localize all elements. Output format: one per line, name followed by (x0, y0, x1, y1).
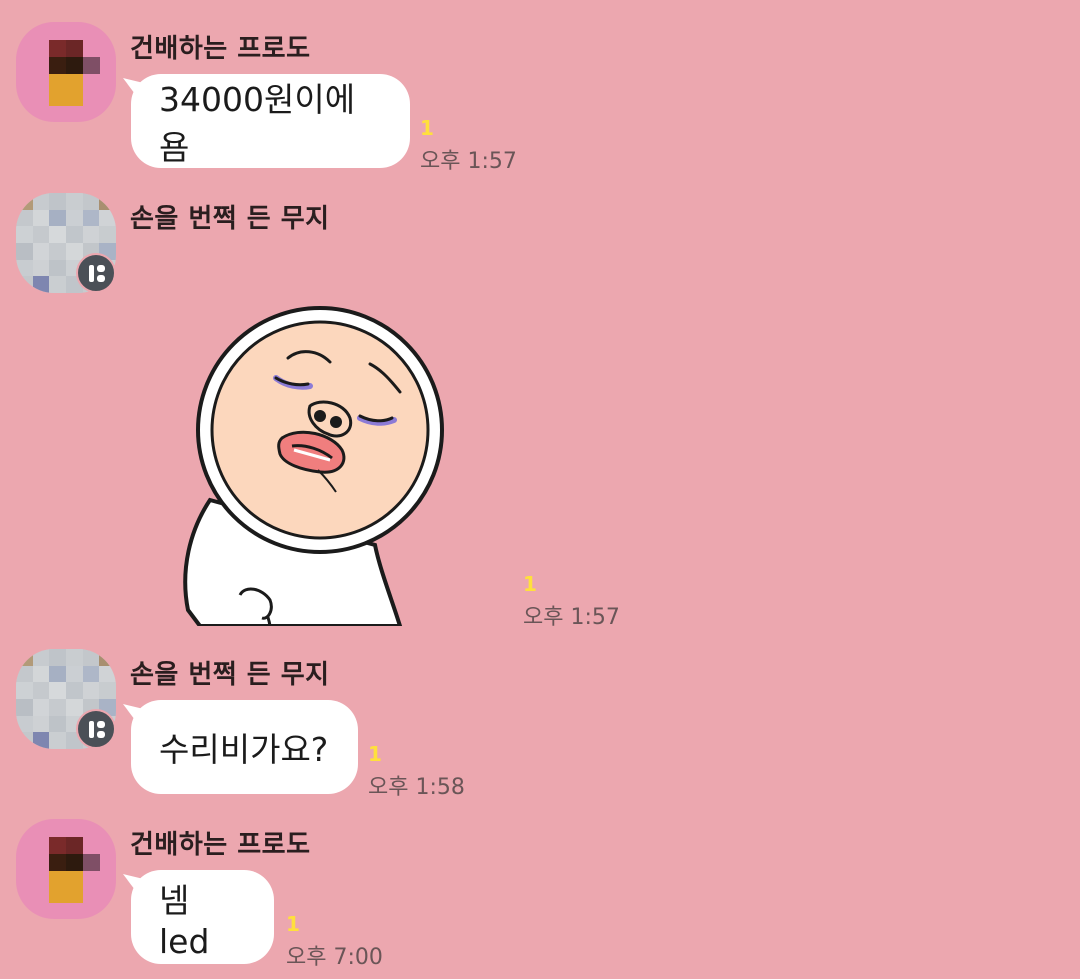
unread-count: 1 (368, 742, 382, 766)
unread-count: 1 (523, 572, 537, 596)
unread-count: 1 (420, 116, 434, 140)
message-time: 오후 1:58 (368, 775, 465, 800)
sender-name: 건배하는 프로도 (130, 34, 311, 64)
message-bubble[interactable]: 34000원이에욤 (131, 74, 410, 168)
muzi-sticker[interactable] (170, 300, 460, 626)
sender-name: 손을 번쩍 든 무지 (130, 660, 330, 690)
message-text: 수리비가요? (159, 730, 329, 769)
message-time: 오후 1:57 (420, 149, 517, 174)
talk-channel-badge-icon (76, 709, 116, 749)
avatar[interactable] (16, 649, 116, 749)
message-time: 오후 1:57 (523, 605, 620, 630)
sender-name: 손을 번쩍 든 무지 (130, 204, 330, 234)
chat-room: 건배하는 프로도 34000원이에욤 1 오후 1:57 손을 번쩍 든 무지 (0, 0, 1080, 979)
unread-count: 1 (286, 912, 300, 936)
avatar[interactable] (16, 22, 116, 122)
talk-channel-badge-icon (76, 253, 116, 293)
message-bubble[interactable]: 수리비가요? (131, 700, 358, 794)
avatar[interactable] (16, 819, 116, 919)
avatar[interactable] (16, 193, 116, 293)
message-text: 넴 led (159, 880, 210, 961)
sender-name: 건배하는 프로도 (130, 830, 311, 860)
message-bubble[interactable]: 넴 led (131, 870, 274, 964)
message-time: 오후 7:00 (286, 945, 383, 970)
message-text: 34000원이에욤 (159, 80, 356, 167)
